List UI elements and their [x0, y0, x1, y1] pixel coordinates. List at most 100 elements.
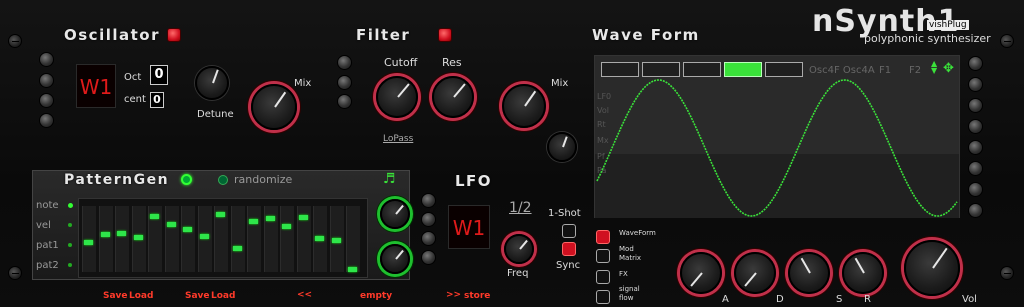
lfo-freq-knob[interactable]	[504, 234, 534, 264]
mode-signalflow-label: signal flow	[619, 285, 640, 302]
filter-mix-knob[interactable]	[502, 84, 546, 128]
release-label: R	[864, 294, 871, 305]
sync-label: Sync	[556, 260, 581, 271]
wf-side-3-button[interactable]	[968, 98, 983, 113]
sequencer-step[interactable]	[247, 206, 261, 272]
sustain-knob[interactable]	[788, 252, 830, 294]
osc-mix-label: Mix	[294, 78, 312, 89]
sequencer-step[interactable]	[181, 206, 195, 272]
screw-icon	[1000, 34, 1014, 48]
osc-mix-knob[interactable]	[251, 84, 297, 130]
detune-knob[interactable]	[195, 66, 229, 100]
lfo-ratio-label[interactable]: 1/2	[509, 200, 532, 216]
attack-knob[interactable]	[680, 252, 722, 294]
attack-label: A	[722, 294, 729, 305]
sequencer-step[interactable]	[346, 206, 360, 272]
screw-icon	[8, 266, 22, 280]
lfo-select-3-button[interactable]	[421, 231, 436, 246]
brand-maker: vishPlug	[927, 20, 969, 30]
pg-row-led	[68, 203, 73, 208]
lfo-select-4-button[interactable]	[421, 250, 436, 265]
wf-side-6-button[interactable]	[968, 161, 983, 176]
oct-label: Oct	[124, 72, 142, 83]
sequencer-step-led	[315, 236, 324, 241]
pg-row-label: note	[36, 200, 59, 211]
prev-preset-button[interactable]: <<	[297, 290, 312, 300]
wf-side-2-button[interactable]	[968, 77, 983, 92]
sequencer-step[interactable]	[230, 206, 245, 272]
pattern-knob-2[interactable]	[380, 244, 410, 274]
sequencer-step[interactable]	[82, 206, 96, 272]
lfo-wave-display[interactable]: W1	[448, 205, 490, 249]
osc-select-1-button[interactable]	[39, 52, 54, 67]
decay-label: D	[776, 294, 784, 305]
filter-select-2-button[interactable]	[337, 75, 352, 90]
res-label: Res	[442, 56, 462, 69]
oct-field[interactable]: 0	[150, 65, 168, 85]
res-knob[interactable]	[432, 76, 474, 118]
filter-mix-label: Mix	[551, 78, 569, 89]
save-button-2[interactable]: Save	[185, 291, 210, 301]
wf-side-1-button[interactable]	[968, 56, 983, 71]
lfo-select-2-button[interactable]	[421, 212, 436, 227]
lfo-select-1-button[interactable]	[421, 193, 436, 208]
oscillator-wave-display[interactable]: W1	[76, 64, 116, 108]
mode-modmatrix-checkbox[interactable]	[596, 249, 610, 263]
sequencer-step-led	[117, 231, 126, 236]
sync-checkbox[interactable]	[562, 242, 576, 256]
mode-modmatrix-label: Mod Matrix	[619, 245, 642, 262]
randomize-label: randomize	[234, 173, 293, 186]
sequencer-step[interactable]	[164, 206, 179, 272]
lfo-title: LFO	[455, 172, 493, 190]
cutoff-knob[interactable]	[376, 76, 418, 118]
decay-knob[interactable]	[734, 252, 776, 294]
filter-aux-knob[interactable]	[547, 132, 577, 162]
sequencer-step[interactable]	[115, 206, 129, 272]
volume-knob[interactable]	[904, 240, 960, 296]
cutoff-label: Cutoff	[384, 56, 418, 69]
store-button[interactable]: store	[464, 291, 490, 301]
wf-side-4-button[interactable]	[968, 119, 983, 134]
mode-waveform-checkbox[interactable]	[596, 230, 610, 244]
mode-signalflow-checkbox[interactable]	[596, 290, 610, 304]
sequencer-step[interactable]	[98, 206, 113, 272]
filter-type-label[interactable]: LoPass	[383, 134, 413, 144]
load-button-1[interactable]: Load	[129, 291, 153, 301]
mode-fx-checkbox[interactable]	[596, 270, 610, 284]
oneshot-checkbox[interactable]	[562, 224, 576, 238]
wf-side-7-button[interactable]	[968, 182, 983, 197]
filter-select-3-button[interactable]	[337, 94, 352, 109]
wf-side-5-button[interactable]	[968, 140, 983, 155]
save-button-1[interactable]: Save	[103, 291, 128, 301]
filter-select-1-button[interactable]	[337, 55, 352, 70]
sustain-label: S	[836, 294, 843, 305]
sequencer-step-led	[298, 215, 308, 220]
pg-row-label: pat1	[36, 240, 59, 251]
filter-enable-button[interactable]	[438, 28, 452, 42]
oscillator-enable-button[interactable]	[167, 28, 181, 42]
cent-field[interactable]: 0	[150, 92, 164, 108]
sequencer-step[interactable]	[197, 206, 212, 272]
sequencer-step-led	[183, 227, 192, 232]
sequencer-step[interactable]	[280, 206, 294, 272]
pg-row-led	[68, 263, 72, 267]
sequencer-step-led	[199, 234, 209, 239]
load-button-2[interactable]: Load	[211, 291, 235, 301]
sequencer-step-led	[348, 267, 357, 272]
freq-label: Freq	[507, 268, 529, 279]
randomize-toggle[interactable]	[218, 175, 228, 185]
next-preset-button[interactable]: >>	[446, 290, 461, 300]
osc-select-2-button[interactable]	[39, 73, 54, 88]
release-knob[interactable]	[842, 252, 884, 294]
screw-icon	[1000, 266, 1014, 280]
pg-row-led	[68, 223, 72, 227]
screw-icon	[8, 34, 22, 48]
osc-select-4-button[interactable]	[39, 113, 54, 128]
music-note-icon[interactable]: ♬	[383, 171, 396, 187]
patterngen-enable-toggle[interactable]	[181, 174, 192, 185]
pattern-knob-1[interactable]	[380, 199, 410, 229]
waveform-title: Wave Form	[592, 26, 700, 44]
wf-side-8-button[interactable]	[968, 203, 983, 218]
sequencer-step-led	[166, 222, 176, 227]
osc-select-3-button[interactable]	[39, 93, 54, 108]
